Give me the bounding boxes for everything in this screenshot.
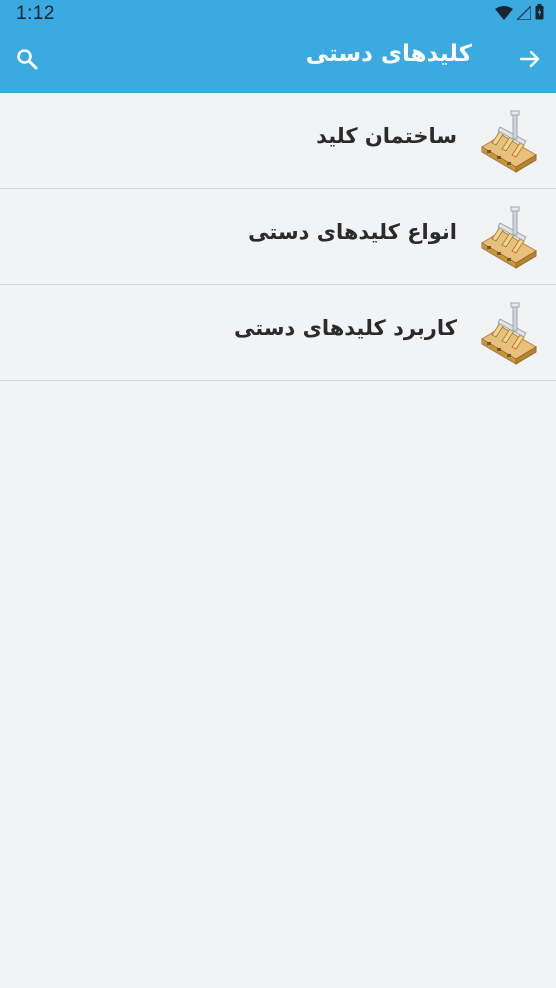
list-item-label: ساختمان کلید [316,124,457,148]
wifi-icon [495,5,513,24]
page-title: کلیدهای دستی [305,41,472,67]
arrow-right-icon [519,50,540,68]
back-button[interactable] [518,47,542,71]
app-bar: کلیدهای دستی [0,28,556,93]
list-item-label: کاربرد کلیدهای دستی [234,316,457,340]
list-item[interactable]: انواع کلیدهای دستی [0,189,556,285]
topic-list: ساختمان کلید انواع کلیدهای دستی کاربرد ک… [0,93,556,381]
list-item-label: انواع کلیدهای دستی [248,220,457,244]
signal-icon [515,3,532,24]
status-time: 1:12 [16,3,55,24]
list-item[interactable]: کاربرد کلیدهای دستی [0,285,556,381]
search-button[interactable] [15,47,39,71]
status-bar: 1:12 [0,0,556,28]
knife-switch-icon [478,301,538,365]
battery-icon [535,4,544,24]
list-item[interactable]: ساختمان کلید [0,93,556,189]
knife-switch-icon [478,109,538,173]
knife-switch-icon [478,205,538,269]
search-icon [17,49,38,70]
status-icons [495,3,544,24]
